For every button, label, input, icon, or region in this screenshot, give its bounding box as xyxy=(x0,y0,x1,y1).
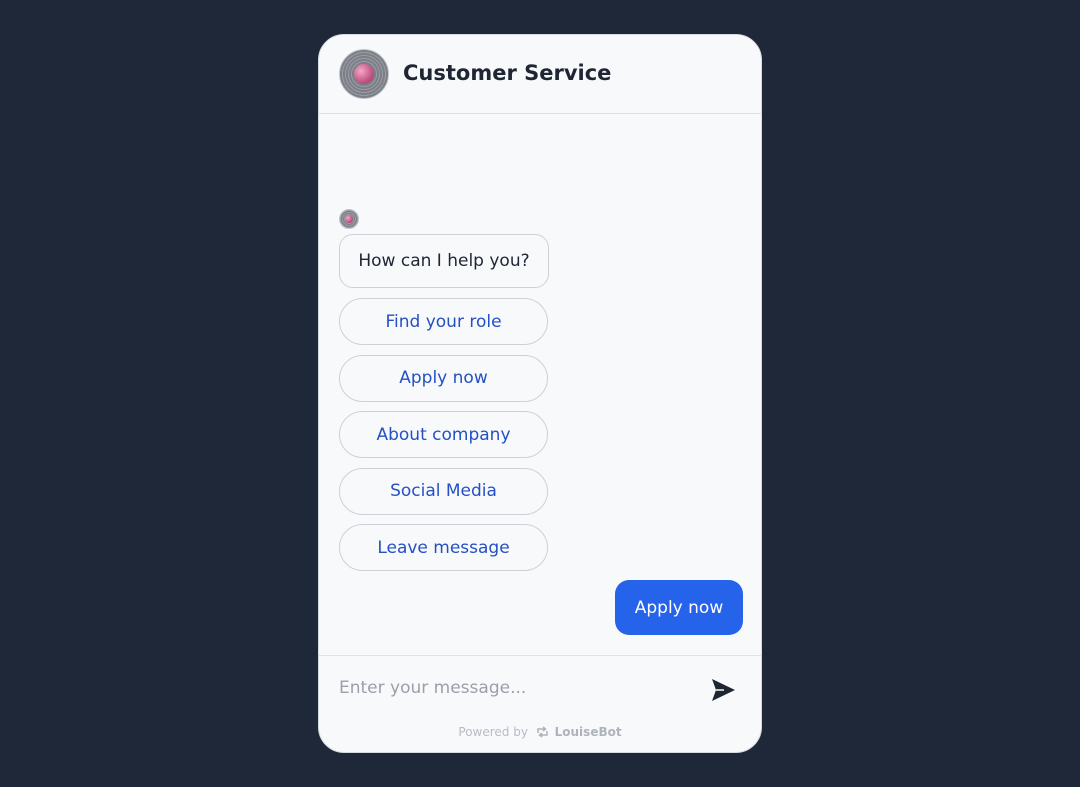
chat-widget: Customer Service How can I help you? Fin… xyxy=(318,34,762,753)
option-apply-now[interactable]: Apply now xyxy=(339,354,548,402)
powered-by-label: Powered by xyxy=(458,725,528,739)
louisebot-logo-icon xyxy=(537,726,548,738)
option-about-company[interactable]: About company xyxy=(339,411,548,458)
bot-avatar-icon xyxy=(339,49,389,99)
send-arrow-icon[interactable] xyxy=(709,676,737,704)
brand-name[interactable]: LouiseBot xyxy=(555,725,622,739)
option-find-your-role[interactable]: Find your role xyxy=(339,298,548,345)
bot-message-bubble: How can I help you? xyxy=(339,234,549,288)
powered-by: Powered by LouiseBot xyxy=(319,725,761,739)
message-composer xyxy=(319,655,761,721)
option-leave-message[interactable]: Leave message xyxy=(339,524,548,571)
option-social-media[interactable]: Social Media xyxy=(339,467,548,515)
chat-title: Customer Service xyxy=(403,61,612,85)
quick-reply-options: Find your role Apply now About company S… xyxy=(339,298,548,581)
bot-message-avatar-icon xyxy=(339,209,359,229)
message-input[interactable] xyxy=(339,672,689,704)
chat-header: Customer Service xyxy=(319,35,761,114)
user-message-bubble: Apply now xyxy=(615,580,743,635)
